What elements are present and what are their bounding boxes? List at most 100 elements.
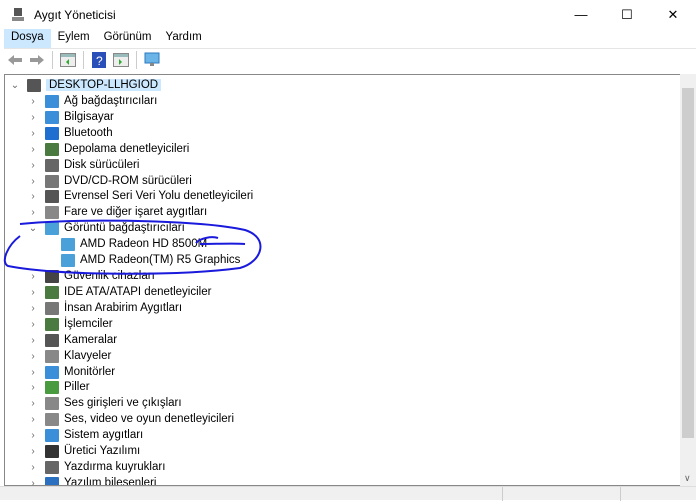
menu-dosya[interactable]: Dosya <box>4 29 51 48</box>
device-category-icon <box>45 460 59 474</box>
vertical-scrollbar[interactable]: ∨ <box>680 74 696 486</box>
minimize-button[interactable]: — <box>558 0 604 29</box>
menu-bar: Dosya Eylem Görünüm Yardım <box>4 29 209 48</box>
toolbar-divider <box>52 50 53 69</box>
chevron-right-icon[interactable]: › <box>27 112 39 123</box>
tree-item[interactable]: › İşlemciler <box>27 316 113 332</box>
device-category-icon <box>45 396 59 410</box>
tree-item[interactable]: › Sistem aygıtları <box>27 427 143 443</box>
tree-child-item[interactable]: AMD Radeon(TM) R5 Graphics <box>61 252 240 268</box>
action-pane-icon[interactable] <box>112 51 130 69</box>
tree-item[interactable]: › DVD/CD-ROM sürücüleri <box>27 173 192 189</box>
tree-item[interactable]: ⌄ Görüntü bağdaştırıcıları <box>27 220 185 236</box>
toolbar: ? <box>4 48 696 70</box>
tree-item[interactable]: › Fare ve diğer işaret aygıtları <box>27 204 207 220</box>
device-category-icon <box>45 110 59 124</box>
tree-item[interactable]: › Üretici Yazılımı <box>27 443 140 459</box>
menu-eylem[interactable]: Eylem <box>51 29 97 48</box>
chevron-right-icon[interactable]: › <box>27 367 39 378</box>
chevron-right-icon[interactable]: › <box>27 160 39 171</box>
scroll-down-arrow[interactable]: ∨ <box>684 473 691 484</box>
device-category-icon <box>45 189 59 203</box>
tree-item-label: Ses girişleri ve çıkışları <box>64 397 182 409</box>
tree-item-label: AMD Radeon(TM) R5 Graphics <box>80 254 241 266</box>
tree-item[interactable]: › Ağ bağdaştırıcıları <box>27 93 157 109</box>
chevron-right-icon[interactable]: › <box>27 398 39 409</box>
chevron-down-icon[interactable]: ⌄ <box>27 223 39 234</box>
tree-item-label: Ağ bağdaştırıcıları <box>64 95 158 107</box>
tree-item-label: Monitörler <box>64 366 116 378</box>
chevron-down-icon[interactable]: ⌄ <box>9 80 21 91</box>
menu-gorunum[interactable]: Görünüm <box>97 29 159 48</box>
chevron-right-icon[interactable]: › <box>27 128 39 139</box>
tree-item[interactable]: › Piller <box>27 379 90 395</box>
tree-item-label: Görüntü bağdaştırıcıları <box>64 222 185 234</box>
chevron-right-icon[interactable]: › <box>27 462 39 473</box>
tree-item-label: Güvenlik cihazları <box>64 270 155 282</box>
chevron-right-icon[interactable]: › <box>27 207 39 218</box>
device-category-icon <box>45 365 59 379</box>
tree-item[interactable]: › Bilgisayar <box>27 109 114 125</box>
chevron-right-icon[interactable]: › <box>27 382 39 393</box>
device-category-icon <box>45 269 59 283</box>
chevron-right-icon[interactable]: › <box>27 335 39 346</box>
chevron-right-icon[interactable]: › <box>27 96 39 107</box>
svg-text:?: ? <box>96 54 103 68</box>
tree-item-label: AMD Radeon HD 8500M <box>80 238 208 250</box>
help-icon[interactable]: ? <box>90 51 108 69</box>
device-tree[interactable]: ⌄ DESKTOP-LLHGIOD › Ağ bağdaştırıcıları › Bil… <box>4 74 680 486</box>
tree-item[interactable]: › İnsan Arabirim Aygıtları <box>27 300 182 316</box>
chevron-right-icon[interactable]: › <box>27 176 39 187</box>
tree-child-item[interactable]: AMD Radeon HD 8500M <box>61 236 207 252</box>
device-category-icon <box>45 444 59 458</box>
chevron-right-icon[interactable]: › <box>27 144 39 155</box>
chevron-right-icon[interactable]: › <box>27 414 39 425</box>
chevron-right-icon[interactable]: › <box>27 271 39 282</box>
tree-item[interactable]: › IDE ATA/ATAPI denetleyiciler <box>27 284 211 300</box>
tree-item[interactable]: › Evrensel Seri Veri Yolu denetleyicileri <box>27 188 253 204</box>
tree-item[interactable]: › Ses girişleri ve çıkışları <box>27 395 182 411</box>
device-category-icon <box>27 78 41 92</box>
chevron-right-icon[interactable]: › <box>27 478 39 486</box>
chevron-right-icon[interactable]: › <box>27 287 39 298</box>
device-category-icon <box>45 333 59 347</box>
chevron-right-icon[interactable]: › <box>27 446 39 457</box>
show-hide-console-tree-icon[interactable] <box>59 51 77 69</box>
tree-item[interactable]: › Yazdırma kuyrukları <box>27 459 165 475</box>
tree-item[interactable]: › Ses, video ve oyun denetleyicileri <box>27 411 234 427</box>
tree-item-label: Yazılım bileşenleri <box>64 477 157 486</box>
tree-item-label: Evrensel Seri Veri Yolu denetleyicileri <box>64 190 254 202</box>
device-category-icon <box>45 142 59 156</box>
tree-item[interactable]: › Klavyeler <box>27 348 111 364</box>
tree-item[interactable]: › Bluetooth <box>27 125 113 141</box>
tree-item[interactable]: › Kameralar <box>27 332 117 348</box>
chevron-right-icon[interactable]: › <box>27 319 39 330</box>
chevron-right-icon[interactable]: › <box>27 303 39 314</box>
close-button[interactable]: ✕ <box>650 0 696 29</box>
tree-item[interactable]: › Yazılım bileşenleri <box>27 475 157 486</box>
chevron-right-icon[interactable]: › <box>27 351 39 362</box>
tree-item-label: İnsan Arabirim Aygıtları <box>64 302 183 314</box>
tree-item-label: Depolama denetleyicileri <box>64 143 190 155</box>
status-divider <box>620 487 621 501</box>
back-icon[interactable] <box>6 51 24 69</box>
tree-item-label: Ses, video ve oyun denetleyicileri <box>64 413 235 425</box>
scrollbar-thumb[interactable] <box>682 88 694 438</box>
tree-item[interactable]: › Güvenlik cihazları <box>27 268 155 284</box>
tree-root[interactable]: ⌄ DESKTOP-LLHGIOD <box>9 77 162 93</box>
tree-item-label: Bluetooth <box>64 127 113 139</box>
tree-item[interactable]: › Monitörler <box>27 364 115 380</box>
menu-yardim[interactable]: Yardım <box>159 29 209 48</box>
forward-icon[interactable] <box>28 51 46 69</box>
scan-hardware-icon[interactable] <box>143 51 161 69</box>
device-category-icon <box>45 380 59 394</box>
status-bar <box>0 486 696 501</box>
tree-item[interactable]: › Depolama denetleyicileri <box>27 141 189 157</box>
tree-item[interactable]: › Disk sürücüleri <box>27 157 139 173</box>
device-category-icon <box>45 158 59 172</box>
toolbar-divider <box>83 50 84 69</box>
device-category-icon <box>45 301 59 315</box>
chevron-right-icon[interactable]: › <box>27 191 39 202</box>
chevron-right-icon[interactable]: › <box>27 430 39 441</box>
maximize-button[interactable]: ☐ <box>604 0 650 29</box>
